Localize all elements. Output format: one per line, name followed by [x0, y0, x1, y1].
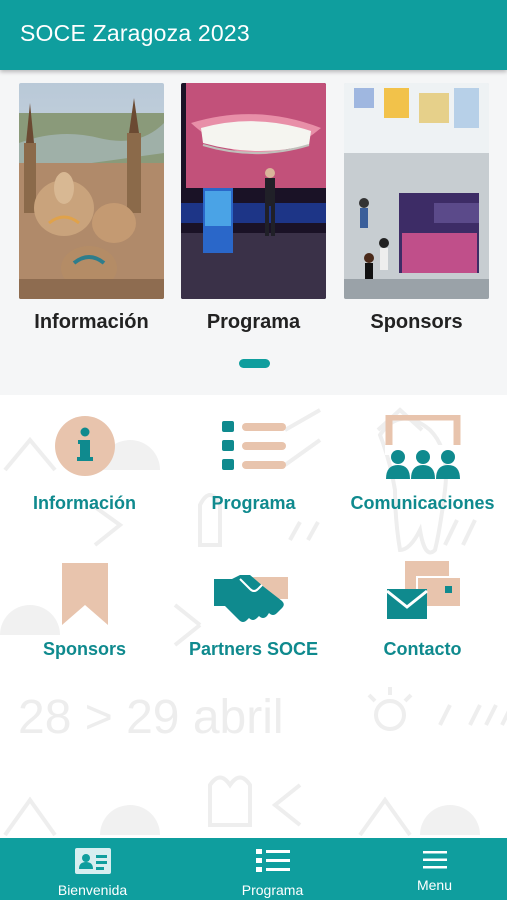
- tab-label: Programa: [241, 882, 304, 898]
- tile-contacto[interactable]: Contacto: [338, 561, 507, 660]
- carousel-card-label: Programa: [206, 311, 301, 333]
- tab-label: Menu: [416, 877, 453, 893]
- tile-label: Contacto: [383, 639, 462, 659]
- tile-partners-soce[interactable]: Partners SOCE: [169, 561, 338, 660]
- handshake-icon: [211, 561, 294, 627]
- bottom-navigation: Bienvenida Programa Menu: [0, 838, 507, 900]
- tile-informacion[interactable]: Información: [0, 415, 169, 514]
- event-dates-watermark: 28 > 29 abril: [18, 691, 284, 744]
- carousel-card-programa[interactable]: Programa: [181, 83, 326, 334]
- tile-label: Sponsors: [42, 639, 126, 659]
- bookmark-icon: [45, 561, 125, 627]
- carousel-page-indicator[interactable]: [239, 359, 270, 368]
- tab-programa[interactable]: Programa: [188, 838, 357, 900]
- tile-sponsors[interactable]: Sponsors: [0, 561, 169, 660]
- tab-label: Bienvenida: [57, 882, 128, 898]
- carousel-card-label: Sponsors: [370, 311, 463, 333]
- mail-icon: [383, 561, 463, 627]
- featured-carousel[interactable]: Información Programa Sponsors: [0, 70, 507, 395]
- exhibition-hall-image: [344, 83, 489, 299]
- tile-label: Programa: [211, 493, 296, 513]
- conference-stage-image: [181, 83, 326, 299]
- info-icon: [45, 415, 125, 481]
- hamburger-icon: [422, 851, 447, 869]
- tile-label: Comunicaciones: [350, 493, 495, 513]
- tile-comunicaciones[interactable]: Comunicaciones: [338, 413, 507, 514]
- app-title: SOCE Zaragoza 2023: [20, 20, 250, 46]
- tab-menu[interactable]: Menu: [350, 838, 507, 900]
- list-icon: [255, 849, 290, 872]
- app-bar: SOCE Zaragoza 2023: [0, 0, 507, 70]
- list-icon: [214, 415, 294, 481]
- carousel-card-sponsors[interactable]: Sponsors: [344, 83, 489, 334]
- carousel-card-label: Información: [34, 311, 149, 333]
- carousel-card-informacion[interactable]: Información: [19, 83, 164, 334]
- zaragoza-basilica-image: [19, 83, 164, 299]
- tab-bienvenida[interactable]: Bienvenida: [8, 838, 177, 900]
- home-grid: 28 > 29 abril Información Programa Comun…: [0, 395, 507, 838]
- audience-icon: [383, 413, 463, 481]
- tile-programa[interactable]: Programa: [169, 415, 338, 514]
- tile-label: Información: [32, 493, 136, 513]
- tile-label: Partners SOCE: [188, 639, 319, 659]
- id-card-icon: [74, 848, 111, 874]
